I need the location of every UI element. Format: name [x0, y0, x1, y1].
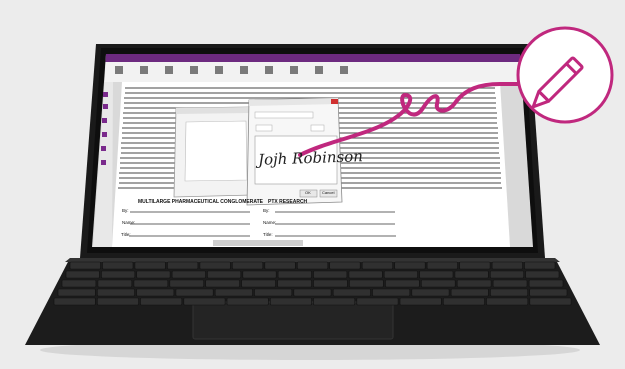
- keyboard-key[interactable]: [134, 261, 166, 270]
- keyboard-key[interactable]: [264, 261, 296, 270]
- keyboard-key[interactable]: [356, 297, 399, 306]
- keyboard-key[interactable]: [214, 288, 253, 297]
- keyboard-key[interactable]: [136, 288, 175, 297]
- keyboard-key[interactable]: [169, 279, 205, 288]
- keyboard-key[interactable]: [175, 288, 214, 297]
- keyboard-key[interactable]: [419, 270, 454, 279]
- by-label-left: By:: [122, 208, 129, 213]
- tablet-with-keyboard-scene: [0, 0, 625, 369]
- keyboard-key[interactable]: [133, 279, 169, 288]
- keyboard-key[interactable]: [102, 261, 134, 270]
- keyboard-key[interactable]: [101, 270, 136, 279]
- handwritten-signature: Jojh Robinson: [257, 147, 364, 169]
- keyboard-key[interactable]: [486, 297, 529, 306]
- keyboard-key[interactable]: [454, 270, 489, 279]
- keyboard-key[interactable]: [171, 270, 206, 279]
- keyboard-key[interactable]: [450, 288, 489, 297]
- keyboard-key[interactable]: [57, 288, 96, 297]
- keyboard-key[interactable]: [372, 288, 411, 297]
- keyboard-key[interactable]: [420, 279, 456, 288]
- keyboard-key[interactable]: [490, 288, 528, 297]
- keyboard-key[interactable]: [332, 288, 371, 297]
- keyboard-key[interactable]: [277, 279, 312, 288]
- keyboard-key[interactable]: [385, 279, 420, 288]
- keyboard-key[interactable]: [313, 270, 348, 279]
- keyboard-key[interactable]: [97, 288, 135, 297]
- keyboard-key[interactable]: [140, 297, 183, 306]
- title-label-right: Title:: [263, 232, 273, 237]
- keyboard-key[interactable]: [361, 261, 394, 270]
- keyboard-key[interactable]: [313, 297, 356, 306]
- keyboard-key[interactable]: [456, 279, 492, 288]
- keyboard-key[interactable]: [207, 270, 242, 279]
- keyboard-key[interactable]: [399, 297, 442, 306]
- keyboard-key[interactable]: [136, 270, 171, 279]
- keyboard-key[interactable]: [199, 261, 231, 270]
- keyboard-key[interactable]: [241, 279, 276, 288]
- keyboard-key[interactable]: [277, 270, 312, 279]
- keyboard-key[interactable]: [394, 261, 426, 270]
- signature-panel-dialog: [173, 106, 253, 198]
- keyboard-key[interactable]: [348, 270, 383, 279]
- keyboard-key[interactable]: [61, 279, 97, 288]
- keyboard-key[interactable]: [492, 279, 528, 288]
- name-label-right: Name:: [263, 220, 277, 225]
- name-label-left: Name:: [122, 220, 136, 225]
- keyboard-key[interactable]: [313, 279, 348, 288]
- keyboard-key[interactable]: [383, 270, 418, 279]
- keyboard-key[interactable]: [232, 261, 264, 270]
- keyboard-key[interactable]: [426, 261, 458, 270]
- keyboard-key[interactable]: [442, 297, 485, 306]
- keyboard-key[interactable]: [65, 270, 100, 279]
- keyboard-key[interactable]: [242, 270, 277, 279]
- keyboard-key[interactable]: [53, 297, 96, 306]
- keyboard-key[interactable]: [296, 261, 329, 270]
- keyboard-key[interactable]: [525, 270, 560, 279]
- keyboard-key[interactable]: [491, 261, 523, 270]
- left-party-heading: MULTILARGE PHARMACEUTICAL CONGLOMERATE: [138, 199, 263, 205]
- keyboard-key[interactable]: [293, 288, 332, 297]
- keyboard-key[interactable]: [167, 261, 199, 270]
- keyboard-key[interactable]: [69, 261, 101, 270]
- pen-icon-badge: [516, 26, 614, 124]
- keyboard-key[interactable]: [529, 297, 572, 306]
- keyboard-key[interactable]: [226, 297, 269, 306]
- keyboard-key[interactable]: [269, 297, 312, 306]
- keyboard-key[interactable]: [489, 270, 524, 279]
- keyboard-key[interactable]: [97, 297, 139, 306]
- keyboard-key[interactable]: [205, 279, 240, 288]
- cancel-button-label[interactable]: Cancel: [322, 190, 334, 195]
- keyboard-key[interactable]: [528, 279, 564, 288]
- keyboard-key[interactable]: [97, 279, 133, 288]
- keyboard-key[interactable]: [349, 279, 384, 288]
- keyboard-key[interactable]: [524, 261, 556, 270]
- keyboard-key[interactable]: [529, 288, 568, 297]
- by-label-right: By:: [263, 208, 270, 213]
- keyboard-key[interactable]: [183, 297, 226, 306]
- ok-button-label[interactable]: OK: [305, 190, 311, 195]
- keyboard-key[interactable]: [459, 261, 491, 270]
- keyboard-key[interactable]: [411, 288, 450, 297]
- right-party-heading: PTX RESEARCH: [268, 199, 308, 205]
- keyboard-key[interactable]: [254, 288, 293, 297]
- title-label-left: Title:: [121, 232, 131, 237]
- keyboard-key[interactable]: [329, 261, 361, 270]
- trackpad[interactable]: [192, 301, 394, 340]
